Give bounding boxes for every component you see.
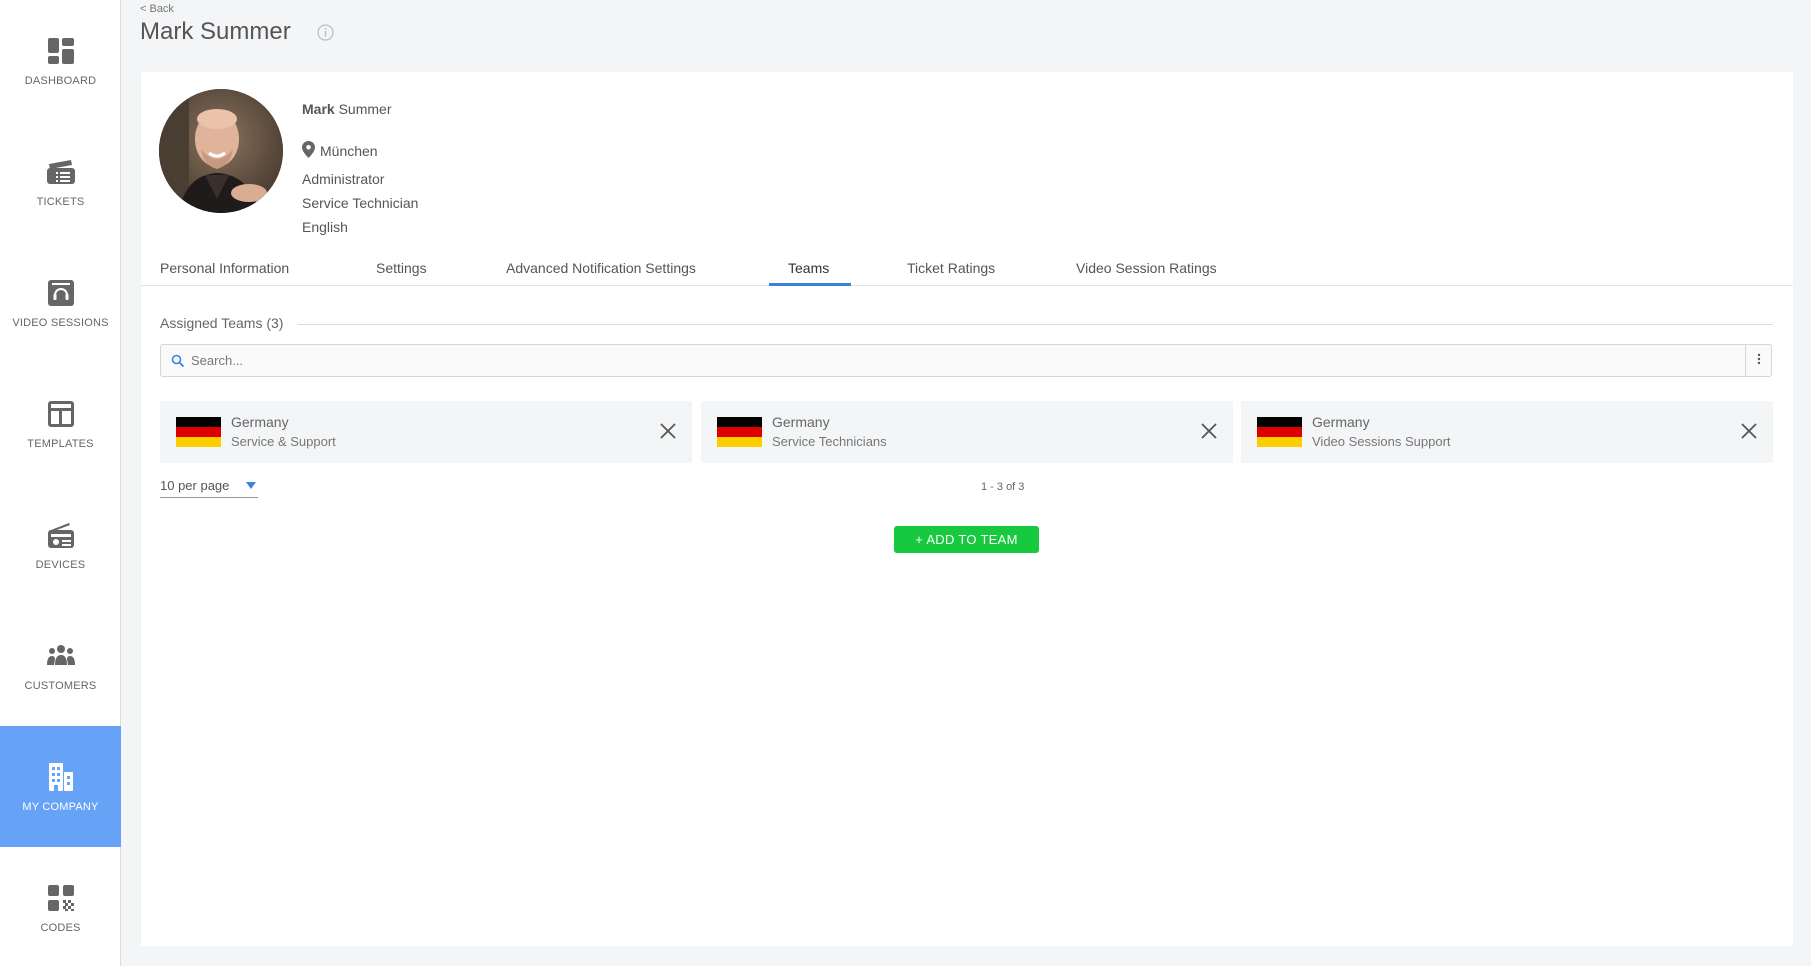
- per-page-select[interactable]: 10 per page: [160, 478, 258, 498]
- info-icon[interactable]: [317, 24, 334, 41]
- close-icon: [660, 423, 676, 439]
- nav-item-tickets[interactable]: TICKETS: [0, 121, 121, 242]
- team-name: Video Sessions Support: [1312, 434, 1451, 449]
- team-name: Service & Support: [231, 434, 336, 449]
- profile-name: Mark Summer: [302, 101, 391, 117]
- video-sessions-icon: [45, 277, 77, 309]
- profile-location: München: [302, 141, 378, 161]
- tab-ticket-ratings[interactable]: Ticket Ratings: [907, 248, 995, 286]
- nav-label-templates: TEMPLATES: [27, 437, 94, 450]
- team-country: Germany: [1312, 414, 1370, 430]
- search-options-button[interactable]: [1745, 345, 1771, 376]
- search-input[interactable]: [191, 345, 1731, 376]
- profile-language: English: [302, 219, 348, 235]
- team-card: Germany Service & Support: [160, 401, 692, 463]
- team-name: Service Technicians: [772, 434, 887, 449]
- close-icon: [1201, 423, 1217, 439]
- nav-label-codes: CODES: [40, 921, 81, 934]
- nav-item-templates[interactable]: TEMPLATES: [0, 363, 121, 484]
- remove-team-button[interactable]: [658, 421, 678, 441]
- nav-item-devices[interactable]: DEVICES: [0, 484, 121, 605]
- profile-tabs: Personal Information Settings Advanced N…: [141, 248, 1793, 286]
- active-tab-indicator: [769, 283, 851, 286]
- profile-first-name: Mark: [302, 101, 335, 117]
- assigned-teams-title: Assigned Teams (3): [160, 315, 283, 331]
- nav-label-my-company: MY COMPANY: [22, 800, 99, 813]
- back-link[interactable]: < Back: [140, 3, 174, 15]
- devices-icon: [45, 519, 77, 551]
- nav-label-dashboard: DASHBOARD: [24, 74, 97, 87]
- team-card: Germany Video Sessions Support: [1241, 401, 1773, 463]
- tab-teams[interactable]: Teams: [788, 248, 829, 286]
- page-title: Mark Summer: [140, 18, 291, 45]
- profile-role: Administrator: [302, 171, 385, 187]
- customers-icon: [45, 640, 77, 672]
- tickets-icon: [45, 156, 77, 188]
- nav-label-devices: DEVICES: [35, 558, 86, 571]
- nav-item-dashboard[interactable]: DASHBOARD: [0, 0, 121, 121]
- assigned-teams-label: Assigned Teams: [160, 315, 263, 331]
- tab-personal-information[interactable]: Personal Information: [160, 248, 289, 286]
- remove-team-button[interactable]: [1739, 421, 1759, 441]
- team-country: Germany: [231, 414, 289, 430]
- profile-position: Service Technician: [302, 195, 419, 211]
- qr-code-icon: [45, 882, 77, 914]
- sidebar: DASHBOARD TICKETS VIDEO SESSIONS TEMPLAT…: [0, 0, 121, 966]
- pagination-range: 1 - 3 of 3: [981, 481, 1025, 493]
- nav-item-customers[interactable]: CUSTOMERS: [0, 605, 121, 726]
- per-page-value: 10 per page: [160, 478, 230, 493]
- germany-flag-icon: [176, 417, 221, 447]
- germany-flag-icon: [1257, 417, 1302, 447]
- nav-label-video-sessions: VIDEO SESSIONS: [12, 316, 109, 329]
- nav-label-tickets: TICKETS: [36, 195, 85, 208]
- tab-video-session-ratings[interactable]: Video Session Ratings: [1076, 248, 1217, 286]
- avatar: [159, 89, 283, 213]
- nav-item-my-company[interactable]: MY COMPANY: [0, 726, 121, 847]
- nav-label-customers: CUSTOMERS: [24, 679, 97, 692]
- section-divider: [298, 324, 1773, 325]
- team-search: [160, 344, 1772, 377]
- team-card: Germany Service Technicians: [701, 401, 1233, 463]
- user-profile-card: Mark Summer München Administrator Servic…: [141, 72, 1793, 946]
- nav-item-video-sessions[interactable]: VIDEO SESSIONS: [0, 242, 121, 363]
- nav-item-codes[interactable]: CODES: [0, 847, 121, 966]
- company-icon: [45, 761, 77, 793]
- location-pin-icon: [302, 141, 315, 161]
- germany-flag-icon: [717, 417, 762, 447]
- team-country: Germany: [772, 414, 830, 430]
- close-icon: [1741, 423, 1757, 439]
- templates-icon: [45, 398, 77, 430]
- add-to-team-button[interactable]: + ADD TO TEAM: [894, 526, 1039, 553]
- tab-advanced-notification-settings[interactable]: Advanced Notification Settings: [506, 248, 696, 286]
- dashboard-icon: [45, 35, 77, 67]
- remove-team-button[interactable]: [1199, 421, 1219, 441]
- more-vertical-icon: [1757, 352, 1761, 370]
- search-icon: [171, 354, 185, 368]
- profile-last-name: Summer: [338, 101, 392, 117]
- profile-location-text: München: [320, 143, 378, 159]
- caret-down-icon: [246, 482, 256, 489]
- tab-settings[interactable]: Settings: [376, 248, 427, 286]
- assigned-teams-count: (3): [266, 315, 284, 331]
